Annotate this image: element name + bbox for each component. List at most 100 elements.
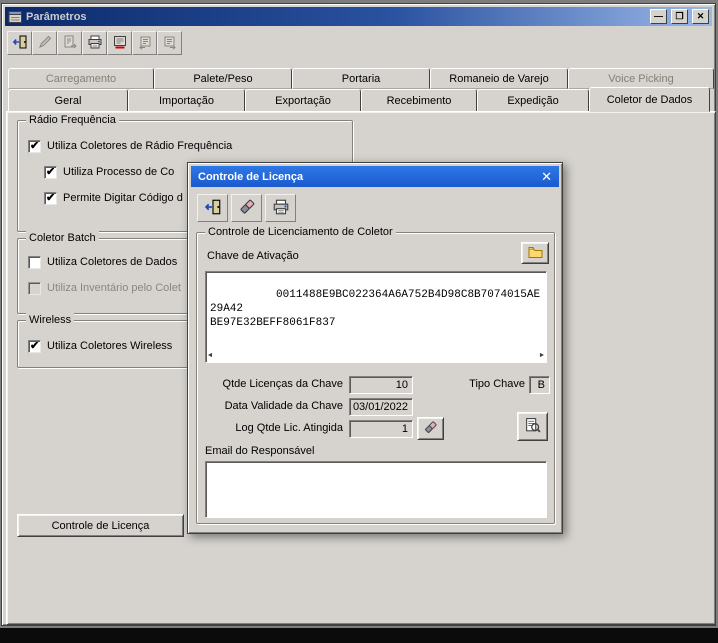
delete-button[interactable]: [107, 31, 132, 55]
dialog-toolbar: [197, 194, 296, 222]
eraser-icon: [238, 198, 256, 219]
tab-label: Geral: [54, 94, 82, 107]
eraser-icon: [423, 420, 438, 438]
button-label: Controle de Licença: [51, 519, 150, 532]
checkbox-label: Utiliza Coletores Wireless: [47, 340, 173, 352]
checkbox-label: Utiliza Coletores de Dados: [47, 256, 178, 268]
group-title: Controle de Licenciamento de Coletor: [205, 225, 396, 239]
group-title: Rádio Frequência: [26, 113, 119, 127]
tab-importacao[interactable]: Importação: [128, 89, 245, 112]
tab-label: Recebimento: [386, 94, 452, 107]
activation-key-memo[interactable]: 0011488E9BC022364A6A752B4D98C8B7074015AE…: [205, 271, 547, 363]
checkbox-box: [28, 255, 41, 269]
printer-icon: [87, 34, 103, 53]
group-title: Wireless: [26, 313, 75, 327]
view-log-report-button[interactable]: [517, 412, 548, 441]
report-magnifier-icon: [524, 417, 541, 437]
controle-de-licenca-button[interactable]: Controle de Licença: [17, 514, 184, 537]
clear-log-button[interactable]: [417, 417, 444, 440]
nav-last-button: [157, 31, 182, 55]
tab-label: Palete/Peso: [193, 72, 253, 85]
maximize-button[interactable]: ❐: [671, 9, 688, 24]
checkbox-utiliza-inventario-coletor: Utiliza Inventário pelo Colet: [28, 281, 181, 295]
checkbox-permite-digitar-codigo[interactable]: Permite Digitar Código d: [44, 191, 183, 205]
dialog-print-button[interactable]: [265, 194, 296, 222]
tab-expedicao[interactable]: Expedição: [477, 89, 589, 112]
delete-icon: [112, 34, 128, 53]
grid-arrow-right-icon: [162, 34, 178, 53]
tab-label: Expedição: [507, 94, 559, 107]
data-validade-value: 03/01/2022: [352, 401, 408, 413]
scroll-right-arrow[interactable]: ►: [540, 352, 544, 360]
tab-recebimento[interactable]: Recebimento: [361, 89, 477, 112]
print-button[interactable]: [82, 31, 107, 55]
checkbox-label: Utiliza Inventário pelo Colet: [47, 282, 181, 294]
tab-label: Voice Picking: [608, 72, 674, 85]
tab-voice-picking: Voice Picking: [568, 68, 714, 89]
checkbox-utiliza-coletores-dados[interactable]: Utiliza Coletores de Dados: [28, 255, 177, 269]
window-titlebar[interactable]: Parâmetros — ❐ ✕: [5, 7, 712, 26]
tab-row-top: Carregamento Palete/Peso Portaria Romane…: [8, 68, 714, 89]
email-responsavel-label: Email do Responsável: [205, 445, 315, 457]
checkbox-box: [28, 339, 41, 353]
dialog-close-button[interactable]: ✕: [530, 169, 552, 185]
chave-ativacao-label: Chave de Ativação: [207, 250, 299, 262]
qtde-licencas-label: Qtde Licenças da Chave: [222, 378, 343, 390]
close-button[interactable]: ✕: [692, 9, 709, 24]
qtde-licencas-value: 10: [395, 379, 408, 391]
checkbox-label: Permite Digitar Código d: [63, 192, 183, 204]
tipo-chave-field: B: [529, 376, 550, 394]
checkbox-label: Utiliza Processo de Co: [63, 166, 175, 178]
checkbox-box: [44, 191, 57, 205]
tab-label: Exportação: [275, 94, 331, 107]
dialog-titlebar[interactable]: Controle de Licença ✕: [191, 166, 559, 187]
qtde-licencas-field: 10: [349, 376, 413, 394]
controle-de-licenca-dialog: Controle de Licença ✕ Controle de Licenc…: [187, 162, 563, 534]
checkbox-utiliza-coletores-wireless[interactable]: Utiliza Coletores Wireless: [28, 339, 172, 353]
checkbox-box: [44, 165, 57, 179]
sheet-arrow-icon: [62, 34, 78, 53]
log-qtde-value: 1: [401, 423, 408, 435]
tab-palete-peso[interactable]: Palete/Peso: [154, 68, 292, 89]
taskbar-edge: [0, 628, 718, 643]
post-button: [57, 31, 82, 55]
email-responsavel-memo[interactable]: [205, 461, 547, 518]
checkbox-label: Utiliza Coletores de Rádio Frequência: [47, 140, 233, 152]
tab-exportacao[interactable]: Exportação: [245, 89, 361, 112]
checkbox-box: [28, 139, 41, 153]
tab-label: Importação: [158, 94, 215, 107]
pencil-icon: [37, 34, 53, 53]
log-qtde-field: 1: [349, 420, 413, 438]
load-key-button[interactable]: [521, 242, 549, 264]
window-icon: [8, 10, 23, 24]
grid-arrow-left-icon: [137, 34, 153, 53]
exit-button[interactable]: [7, 31, 32, 55]
tab-geral[interactable]: Geral: [8, 89, 128, 112]
dialog-clear-button[interactable]: [231, 194, 262, 222]
tab-label: Carregamento: [45, 72, 117, 85]
log-qtde-label: Log Qtde Lic. Atingida: [235, 422, 343, 434]
edit-button: [32, 31, 57, 55]
minimize-button[interactable]: —: [650, 9, 667, 24]
exit-door-icon: [12, 34, 28, 53]
desktop-background: Parâmetros — ❐ ✕ Carregamento Palete/Pes…: [0, 0, 718, 643]
parametros-window: Parâmetros — ❐ ✕ Carregamento Palete/Pes…: [1, 3, 716, 626]
checkbox-utiliza-coletores-rf[interactable]: Utiliza Coletores de Rádio Frequência: [28, 139, 232, 153]
scroll-left-arrow[interactable]: ◄: [208, 352, 212, 360]
dialog-title: Controle de Licença: [198, 170, 304, 183]
exit-door-icon: [204, 198, 222, 219]
data-validade-label: Data Validade da Chave: [224, 400, 343, 412]
folder-icon: [527, 245, 544, 262]
licenciamento-group: Controle de Licenciamento de Coletor Cha…: [196, 225, 555, 524]
tipo-chave-label: Tipo Chave: [469, 378, 525, 390]
checkbox-utiliza-processo[interactable]: Utiliza Processo de Co: [44, 165, 174, 179]
tab-label: Portaria: [341, 72, 381, 85]
dialog-exit-button[interactable]: [197, 194, 228, 222]
tab-portaria[interactable]: Portaria: [292, 68, 430, 89]
activation-key-text: 0011488E9BC022364A6A752B4D98C8B7074015AE…: [210, 289, 541, 329]
tab-row-bottom: Geral Importação Exportação Recebimento …: [8, 87, 710, 112]
tab-coletor-de-dados[interactable]: Coletor de Dados: [589, 87, 710, 112]
tab-romaneio-varejo[interactable]: Romaneio de Varejo: [430, 68, 568, 89]
window-title: Parâmetros: [26, 10, 87, 23]
nav-first-button: [132, 31, 157, 55]
